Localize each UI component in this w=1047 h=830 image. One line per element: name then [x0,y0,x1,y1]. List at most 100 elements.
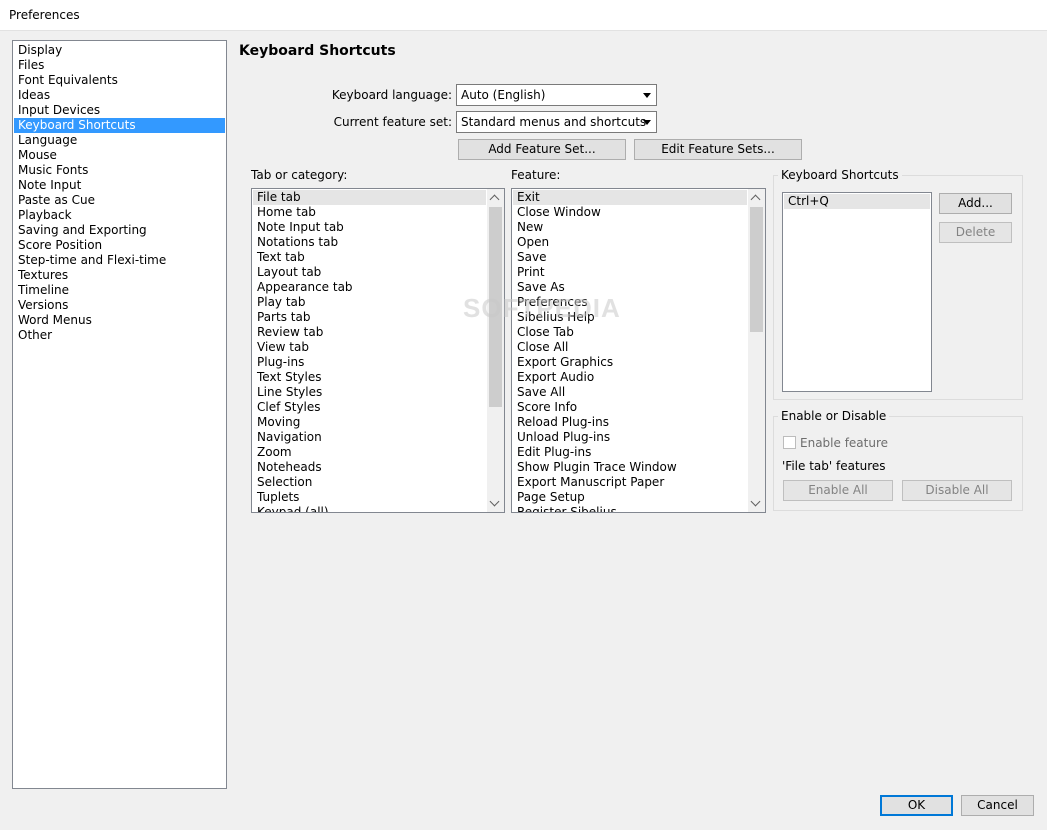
nav-item-textures[interactable]: Textures [14,268,225,283]
category-list-item[interactable]: Tuplets [253,490,486,505]
feature-scrollbar[interactable] [748,189,765,512]
nav-item-score-position[interactable]: Score Position [14,238,225,253]
category-list-item[interactable]: Zoom [253,445,486,460]
feature-list-item[interactable]: Reload Plug-ins [513,415,747,430]
feature-list-item[interactable]: Export Graphics [513,355,747,370]
nav-item-mouse[interactable]: Mouse [14,148,225,163]
add-feature-set-button[interactable]: Add Feature Set... [458,139,626,160]
scroll-down-icon[interactable] [487,495,504,512]
nav-item-other[interactable]: Other [14,328,225,343]
category-list-item[interactable]: View tab [253,340,486,355]
page-title: Keyboard Shortcuts [239,43,396,59]
category-list-item[interactable]: Navigation [253,430,486,445]
watermark: SOFTPEDIA [463,293,621,323]
nav-item-step-time-and-flexi-time[interactable]: Step-time and Flexi-time [14,253,225,268]
category-listbox[interactable]: File tab Home tab Note Input tab Notations … [251,188,505,513]
category-list-label: Tab or category: [251,168,348,182]
keyboard-language-label: Keyboard language: [331,88,452,102]
category-list-item[interactable]: Note Input tab [253,220,486,235]
nav-item-note-input[interactable]: Note Input [14,178,225,193]
features-label: 'File tab' features [782,459,886,473]
enable-feature-checkbox[interactable] [783,436,796,449]
cancel-button[interactable]: Cancel [961,795,1034,816]
scroll-thumb[interactable] [750,207,763,332]
nav-item-playback[interactable]: Playback [14,208,225,223]
category-list-item[interactable]: Selection [253,475,486,490]
feature-list-item[interactable]: Score Info [513,400,747,415]
nav-item-display[interactable]: Display [14,43,225,58]
feature-list-item[interactable]: Page Setup [513,490,747,505]
feature-list-item[interactable]: Show Plugin Trace Window [513,460,747,475]
category-list-item[interactable]: File tab [253,190,486,205]
feature-set-label: Current feature set: [333,115,452,129]
scroll-down-icon[interactable] [748,495,765,512]
category-list-item[interactable]: Review tab [253,325,486,340]
category-list-item[interactable]: Layout tab [253,265,486,280]
feature-list-item[interactable]: Open [513,235,747,250]
nav-item-versions[interactable]: Versions [14,298,225,313]
shortcuts-listbox[interactable]: Ctrl+Q [782,192,932,392]
feature-list-item[interactable]: Save All [513,385,747,400]
enable-disable-group-title: Enable or Disable [778,409,890,423]
feature-list-item[interactable]: Exit [513,190,747,205]
ok-button[interactable]: OK [880,795,953,816]
category-list-item[interactable]: Clef Styles [253,400,486,415]
chevron-down-icon [643,120,651,125]
feature-list-item[interactable]: Export Manuscript Paper [513,475,747,490]
scroll-up-icon[interactable] [487,189,504,206]
window-title: Preferences [9,8,80,22]
keyboard-shortcuts-group-title: Keyboard Shortcuts [778,168,902,182]
category-scrollbar[interactable] [487,189,504,512]
feature-list-item[interactable]: Save [513,250,747,265]
feature-list-item[interactable]: Export Audio [513,370,747,385]
edit-feature-sets-button[interactable]: Edit Feature Sets... [634,139,802,160]
add-shortcut-button[interactable]: Add... [939,193,1012,214]
nav-item-input-devices[interactable]: Input Devices [14,103,225,118]
nav-item-keyboard-shortcuts[interactable]: Keyboard Shortcuts [14,118,225,133]
chevron-down-icon [643,93,651,98]
nav-item-font-equivalents[interactable]: Font Equivalents [14,73,225,88]
feature-list-item[interactable]: Edit Plug-ins [513,445,747,460]
keyboard-language-select[interactable]: Auto (English) [456,84,657,106]
feature-list-item[interactable]: Close Tab [513,325,747,340]
nav-item-files[interactable]: Files [14,58,225,73]
nav-item-language[interactable]: Language [14,133,225,148]
nav-item-ideas[interactable]: Ideas [14,88,225,103]
feature-set-select[interactable]: Standard menus and shortcuts [456,111,657,133]
category-list-item[interactable]: Text tab [253,250,486,265]
feature-list-item[interactable]: Unload Plug-ins [513,430,747,445]
category-list-item[interactable]: Plug-ins [253,355,486,370]
enable-feature-label: Enable feature [800,436,889,450]
category-list-item[interactable]: Text Styles [253,370,486,385]
feature-list-item[interactable]: Print [513,265,747,280]
category-list-item[interactable]: Moving [253,415,486,430]
category-list-item[interactable]: Line Styles [253,385,486,400]
feature-set-value: Standard menus and shortcuts [461,115,647,129]
nav-item-music-fonts[interactable]: Music Fonts [14,163,225,178]
category-list-item[interactable]: Noteheads [253,460,486,475]
category-list-item[interactable]: Parts tab [253,310,486,325]
feature-list-item[interactable]: Close All [513,340,747,355]
feature-list-item[interactable]: New [513,220,747,235]
shortcut-item[interactable]: Ctrl+Q [784,194,930,209]
category-list-item[interactable]: Home tab [253,205,486,220]
disable-all-button[interactable]: Disable All [902,480,1012,501]
title-bar: Preferences [0,0,1047,31]
nav-item-word-menus[interactable]: Word Menus [14,313,225,328]
feature-list-label: Feature: [511,168,561,182]
scroll-up-icon[interactable] [748,189,765,206]
feature-list-item[interactable]: Close Window [513,205,747,220]
category-list-item[interactable]: Play tab [253,295,486,310]
feature-listbox[interactable]: Exit Close Window New Open Save Print Save As P… [511,188,766,513]
nav-item-saving-and-exporting[interactable]: Saving and Exporting [14,223,225,238]
enable-all-button[interactable]: Enable All [783,480,893,501]
preferences-nav-list[interactable]: Display Files Font Equivalents Ideas Input D… [12,40,227,789]
nav-item-timeline[interactable]: Timeline [14,283,225,298]
nav-item-paste-as-cue[interactable]: Paste as Cue [14,193,225,208]
keyboard-language-value: Auto (English) [461,88,546,102]
category-list-item[interactable]: Notations tab [253,235,486,250]
category-list-item[interactable]: Appearance tab [253,280,486,295]
feature-list-item[interactable]: Register Sibelius [513,505,747,512]
category-list-item[interactable]: Keypad (all) [253,505,486,512]
delete-shortcut-button[interactable]: Delete [939,222,1012,243]
